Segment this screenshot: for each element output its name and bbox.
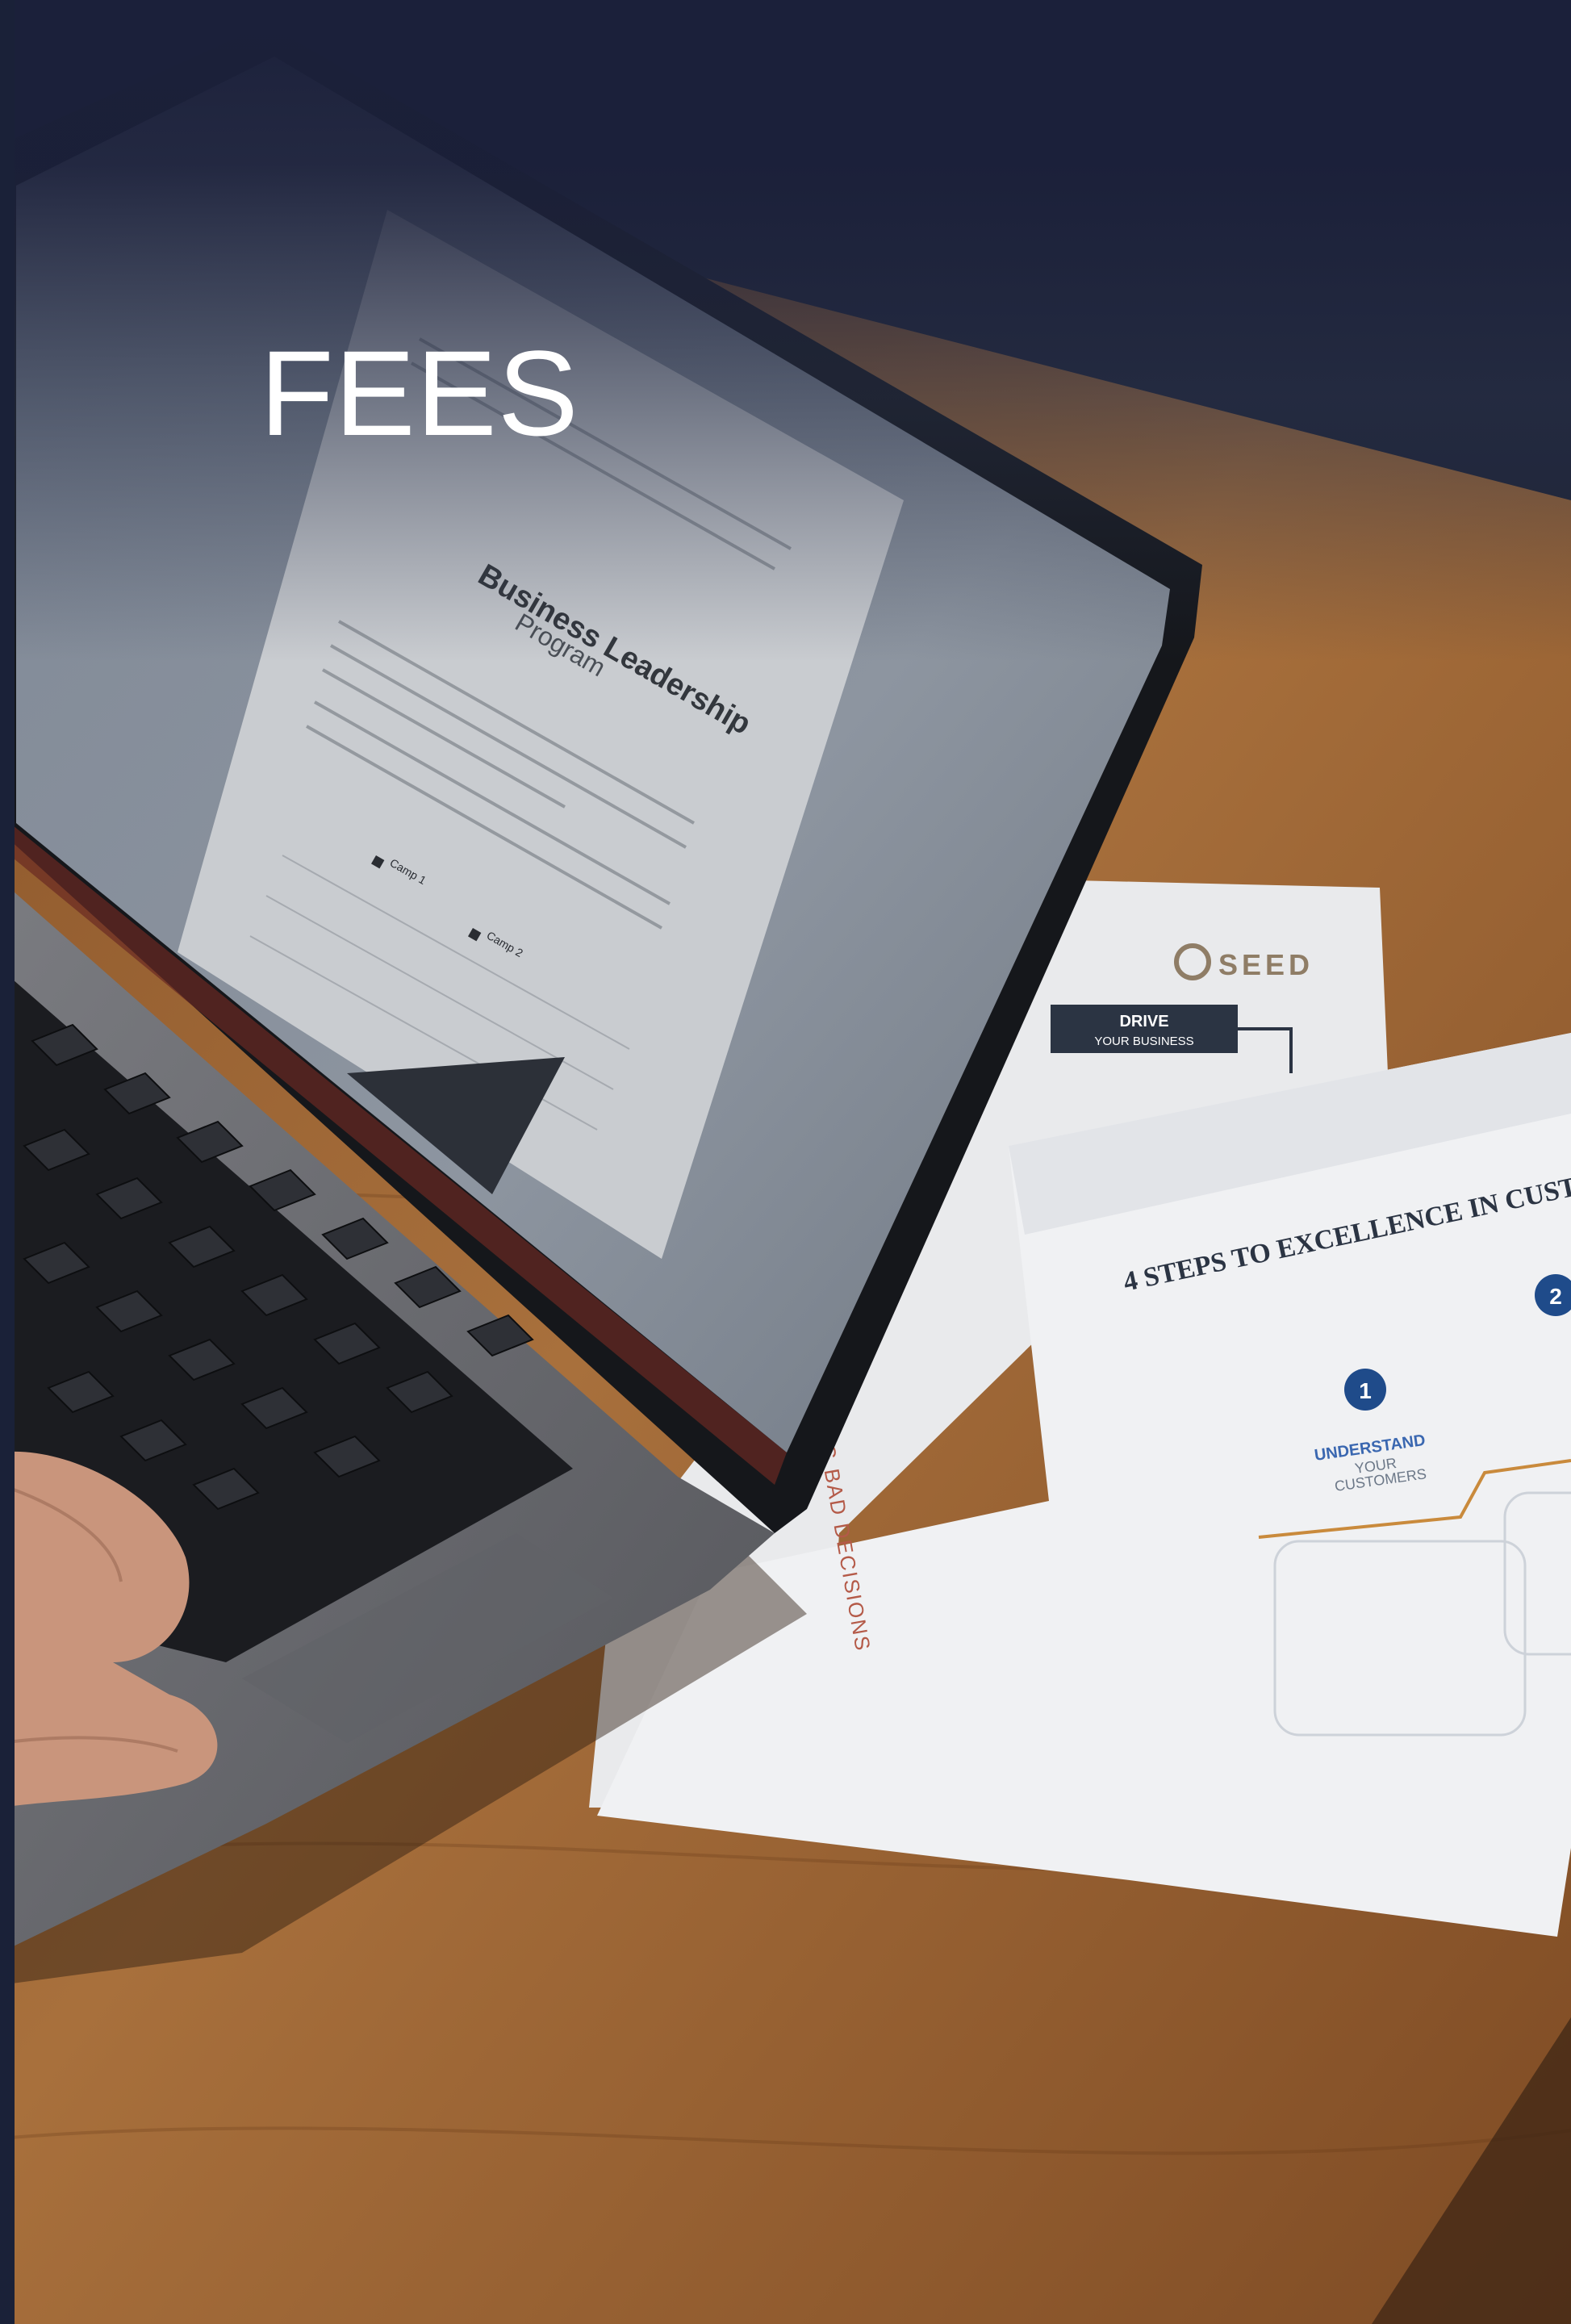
left-edge-strip	[0, 0, 15, 2324]
svg-text:2: 2	[1549, 1284, 1562, 1309]
svg-text:DRIVE: DRIVE	[1119, 1013, 1168, 1030]
svg-text:YOUR BUSINESS: YOUR BUSINESS	[1094, 1035, 1193, 1048]
svg-text:1: 1	[1359, 1378, 1372, 1403]
hero-frame: SEED DRIVE YOUR BUSINESS 4 STEPS TO EXCE…	[0, 0, 1571, 2324]
top-overlay	[0, 0, 1571, 662]
seed-logo: SEED	[1218, 948, 1314, 981]
page-title: FEES	[260, 325, 579, 461]
